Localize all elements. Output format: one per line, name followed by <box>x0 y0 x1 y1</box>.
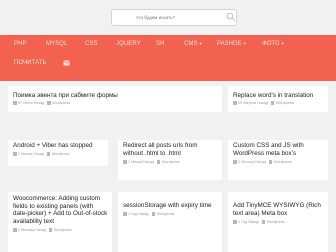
post-title[interactable]: Replace word's in translation <box>233 92 313 100</box>
folder-icon <box>151 212 156 216</box>
post-meta: 1 Год Назад Wordpress <box>233 220 284 225</box>
post-title-line-2[interactable]: without .html to .html <box>123 150 181 158</box>
post-title-line-3[interactable]: date-picker) + Add to Out-of-stock <box>13 210 107 218</box>
post-card[interactable]: Redirect all posts urls from without .ht… <box>118 140 222 180</box>
calendar-icon <box>233 220 237 224</box>
caret-down-icon: ▼ <box>242 41 247 46</box>
post-date: 07 Июня Назад <box>18 101 45 105</box>
folder-icon <box>46 152 51 156</box>
post-card[interactable]: Woocommerce: Adding custom fields to exi… <box>8 192 112 252</box>
search-input[interactable] <box>111 9 237 26</box>
post-title-line-4[interactable]: availability text <box>13 218 54 226</box>
calendar-icon <box>13 152 17 156</box>
nav-item-photo[interactable]: ФОТО▼ <box>262 40 285 48</box>
post-date: 2 Месяца Назад <box>18 228 46 232</box>
post-category[interactable]: Wordpress <box>52 152 70 156</box>
nav-item-read[interactable]: ПОЧИТАТЬ <box>14 59 47 67</box>
post-meta: 2 Месяца Назад Wordpress <box>13 228 72 233</box>
folder-icon <box>270 101 275 105</box>
post-meta: 2 Месяца Назад Wordpress <box>233 160 292 165</box>
post-date: 1 Месяц Назад <box>18 152 44 156</box>
post-meta: 07 Июня Назад Wordpress <box>13 101 70 106</box>
post-meta: 1 Месяц Назад Wordpress <box>123 160 180 165</box>
post-date: 1 Год Назад <box>238 220 259 224</box>
post-title-line-2[interactable]: WordPress meta box's <box>233 150 296 158</box>
post-card[interactable]: Поимка эвента при сабмите формы 07 Июня … <box>8 86 222 112</box>
post-meta: 1 Месяц Назад Wordpress <box>13 152 70 157</box>
post-date: 2 Месяца Назад <box>238 160 266 164</box>
post-card[interactable]: Add TinyMCE WYSIWYG (Rich text area) Met… <box>228 192 328 252</box>
post-category[interactable]: Wordpress <box>267 220 285 224</box>
post-date: 1 Месяц Назад <box>128 160 154 164</box>
folder-icon <box>268 160 273 164</box>
nav-item-php[interactable]: PHP <box>14 40 27 48</box>
folder-icon <box>47 101 51 105</box>
post-category[interactable]: Wordpress <box>157 212 175 216</box>
folder-icon <box>48 228 53 232</box>
post-card[interactable]: Replace word's in translation 09 Августа… <box>228 86 328 112</box>
nav-item-mysql[interactable]: MYSQL <box>46 40 68 48</box>
post-meta: 1 Год Назад Wordpress <box>123 212 174 217</box>
calendar-icon <box>123 160 127 164</box>
caret-down-icon: ▼ <box>198 41 203 46</box>
nav-item-sh[interactable]: SH <box>156 40 165 48</box>
post-category[interactable]: Wordpress <box>52 101 70 105</box>
nav-item-css[interactable]: CSS <box>85 40 98 48</box>
post-category[interactable]: Wordpress <box>162 160 180 164</box>
post-title-line-1[interactable]: Woocommerce: Adding custom <box>13 195 100 203</box>
post-title[interactable]: Android + Viber has stopped <box>13 142 93 150</box>
post-title-line-1[interactable]: Custom CSS and JS with <box>233 142 304 150</box>
post-card[interactable]: Android + Viber has stopped 1 Месяц Наза… <box>8 140 108 166</box>
post-card[interactable]: sessionStorage with expiry time 1 Год На… <box>118 192 222 252</box>
calendar-icon <box>233 160 237 164</box>
header <box>0 0 336 34</box>
post-card[interactable]: Custom CSS and JS with WordPress meta bo… <box>228 140 328 180</box>
post-title-line-2[interactable]: fields to existing panels (with <box>13 203 93 211</box>
calendar-icon <box>123 212 127 216</box>
folder-icon <box>156 160 161 164</box>
post-meta: 09 Августа Назад Wordpress <box>233 101 294 106</box>
post-title[interactable]: Поимка эвента при сабмите формы <box>13 92 118 100</box>
post-title[interactable]: sessionStorage with expiry time <box>123 202 212 210</box>
post-category[interactable]: Wordpress <box>276 101 294 105</box>
post-title-line-2[interactable]: text area) Meta box <box>233 210 287 218</box>
post-date: 09 Августа Назад <box>238 101 268 105</box>
calendar-icon <box>233 101 237 105</box>
mail-icon[interactable] <box>63 60 70 66</box>
folder-icon <box>261 220 266 224</box>
nav-item-photo-label: ФОТО <box>262 41 280 47</box>
calendar-icon <box>13 228 17 232</box>
nav-item-jquery[interactable]: JQUERY <box>116 40 141 48</box>
post-title-line-1[interactable]: Redirect all posts urls from <box>123 142 198 150</box>
nav-item-cms[interactable]: CMS▼ <box>184 40 203 48</box>
caret-down-icon: ▼ <box>280 41 285 46</box>
post-date: 1 Год Назад <box>128 212 149 216</box>
nav-item-cms-label: CMS <box>184 41 198 47</box>
post-title-line-1[interactable]: Add TinyMCE WYSIWYG (Rich <box>233 202 321 210</box>
post-category[interactable]: Wordpress <box>274 160 292 164</box>
post-category[interactable]: Wordpress <box>54 228 72 232</box>
search-icon[interactable] <box>226 12 236 22</box>
nav-item-misc-label: РАЗНОЕ <box>217 41 242 47</box>
nav-item-misc[interactable]: РАЗНОЕ▼ <box>217 40 247 48</box>
main-nav: PHP MYSQL CSS JQUERY SH CMS▼ РАЗНОЕ▼ ФОТ… <box>0 35 336 81</box>
calendar-icon <box>13 101 17 105</box>
